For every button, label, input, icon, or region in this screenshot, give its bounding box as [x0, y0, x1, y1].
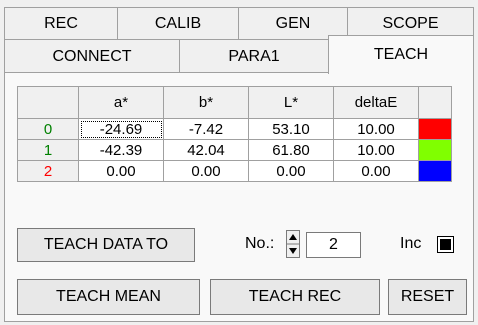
checkbox-mark	[440, 239, 451, 250]
cell-deltae[interactable]: 0.00	[333, 160, 419, 182]
cell-l[interactable]: 61.80	[248, 139, 334, 161]
teach-mean-button[interactable]: TEACH MEAN	[17, 279, 200, 315]
cell-l[interactable]: 0.00	[248, 160, 334, 182]
column-header-a: a*	[78, 86, 164, 119]
cell-b[interactable]: -7.42	[163, 118, 249, 140]
table-row: 1 -42.39 42.04 61.80 10.00	[17, 139, 452, 161]
tab-label: SCOPE	[382, 14, 439, 32]
teach-data-to-button[interactable]: TEACH DATA TO	[17, 228, 195, 262]
tab-label: REC	[44, 14, 78, 32]
row-index[interactable]: 1	[17, 139, 79, 161]
header-corner	[17, 86, 79, 119]
tab-label: PARA1	[228, 47, 280, 65]
cell-deltae[interactable]: 10.00	[333, 118, 419, 140]
teach-table: a* b* L* deltaE 0 -24.69 -7.42 53.10 10.…	[17, 86, 452, 182]
tab-para1[interactable]: PARA1	[179, 39, 329, 73]
color-swatch	[418, 160, 452, 182]
tab-label: TEACH	[373, 46, 429, 63]
color-swatch	[418, 139, 452, 161]
inc-checkbox[interactable]	[437, 236, 454, 253]
header-swatch-column	[418, 86, 452, 119]
tab-rec[interactable]: REC	[4, 7, 118, 39]
reset-button[interactable]: RESET	[388, 279, 467, 315]
cell-deltae[interactable]: 10.00	[333, 139, 419, 161]
inc-label: Inc	[400, 235, 422, 252]
tab-label: CONNECT	[52, 47, 132, 65]
cell-l[interactable]: 53.10	[248, 118, 334, 140]
tab-teach[interactable]: TEACH	[328, 35, 474, 74]
row-index[interactable]: 0	[17, 118, 79, 140]
tab-label: GEN	[275, 14, 311, 32]
cell-b[interactable]: 0.00	[163, 160, 249, 182]
number-label: No.:	[245, 235, 275, 252]
table-row: 2 0.00 0.00 0.00 0.00	[17, 160, 452, 182]
row-index[interactable]: 2	[17, 160, 79, 182]
tab-calib[interactable]: CALIB	[117, 7, 239, 39]
number-input[interactable]: 2	[306, 232, 361, 258]
table-header-row: a* b* L* deltaE	[17, 86, 452, 119]
tab-connect[interactable]: CONNECT	[4, 39, 180, 73]
color-swatch	[418, 118, 452, 140]
column-header-deltae: deltaE	[333, 86, 419, 119]
column-header-b: b*	[163, 86, 249, 119]
cell-a[interactable]: -42.39	[78, 139, 164, 161]
cell-a[interactable]: 0.00	[78, 160, 164, 182]
column-header-l: L*	[248, 86, 334, 119]
cell-a[interactable]: -24.69	[78, 118, 164, 140]
teach-rec-button[interactable]: TEACH REC	[210, 279, 380, 315]
number-spinner[interactable]	[286, 230, 300, 258]
cell-b[interactable]: 42.04	[163, 139, 249, 161]
tab-label: CALIB	[154, 14, 202, 32]
table-row: 0 -24.69 -7.42 53.10 10.00	[17, 118, 452, 140]
